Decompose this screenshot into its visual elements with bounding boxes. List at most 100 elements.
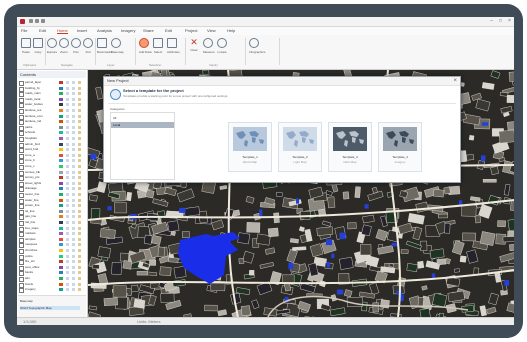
- layer-option-icon[interactable]: [78, 148, 81, 152]
- parcel-feature[interactable]: [479, 305, 487, 317]
- parcel-feature[interactable]: [502, 236, 514, 243]
- layer-item[interactable]: street_lights: [19, 181, 85, 187]
- layer-option-icon[interactable]: [72, 159, 75, 163]
- layer-option-icon[interactable]: [66, 165, 69, 168]
- parcel-feature[interactable]: [167, 220, 180, 233]
- layer-option-icon[interactable]: [78, 198, 81, 202]
- layer-option-icon[interactable]: [66, 243, 69, 247]
- parcel-feature[interactable]: [490, 166, 500, 176]
- layer-option-icon[interactable]: [78, 86, 81, 90]
- parcel-feature[interactable]: [470, 196, 481, 202]
- layer-item[interactable]: power_line: [19, 203, 85, 210]
- parcel-feature[interactable]: [354, 186, 361, 198]
- copy-button[interactable]: Copy: [33, 38, 43, 54]
- close-window-icon[interactable]: ×: [506, 18, 513, 24]
- minimize-icon[interactable]: –: [488, 18, 495, 24]
- tab-view[interactable]: View: [207, 28, 216, 33]
- layer-option-icon[interactable]: [66, 288, 69, 292]
- parcel-feature[interactable]: [437, 213, 448, 219]
- highlighted-feature[interactable]: [325, 239, 333, 246]
- parcel-feature[interactable]: [421, 285, 428, 291]
- parcel-feature[interactable]: [217, 309, 228, 317]
- parcel-feature[interactable]: [400, 249, 409, 254]
- layer-option-icon[interactable]: [78, 249, 81, 252]
- layer-option-icon[interactable]: [72, 221, 75, 224]
- layer-option-icon[interactable]: [72, 288, 75, 292]
- layer-option-icon[interactable]: [66, 277, 69, 280]
- layer-item[interactable]: imagery: [19, 287, 85, 294]
- parcel-feature[interactable]: [429, 248, 445, 259]
- template-card[interactable]: Template_3 Dark Map: [328, 122, 372, 172]
- scale-readout[interactable]: 1:5,000: [23, 319, 36, 324]
- layer-item[interactable]: landuse_res: [19, 108, 85, 114]
- layer-option-icon[interactable]: [66, 260, 69, 264]
- layer-option-icon[interactable]: [78, 288, 81, 292]
- layer-option-icon[interactable]: [72, 277, 75, 280]
- layer-item[interactable]: landuse_com: [19, 114, 85, 120]
- highlighted-feature[interactable]: [90, 153, 97, 160]
- highlighted-feature[interactable]: [331, 253, 335, 259]
- parcel-feature[interactable]: [143, 234, 153, 245]
- parcel-feature[interactable]: [462, 232, 477, 242]
- layer-item[interactable]: roads_main: [19, 91, 85, 98]
- layer-option-icon[interactable]: [66, 125, 69, 129]
- layer-option-icon[interactable]: [66, 265, 69, 269]
- tab-edit[interactable]: Edit: [165, 28, 172, 33]
- layer-option-icon[interactable]: [66, 120, 69, 124]
- layer-option-icon[interactable]: [66, 97, 69, 101]
- layer-option-icon[interactable]: [72, 103, 75, 107]
- parcel-feature[interactable]: [444, 222, 451, 234]
- parcel-feature[interactable]: [361, 224, 372, 237]
- layer-item[interactable]: survey_pts: [19, 175, 85, 182]
- parcel-feature[interactable]: [417, 260, 425, 269]
- layer-option-icon[interactable]: [66, 148, 69, 152]
- parcel-feature[interactable]: [397, 222, 413, 235]
- highlighted-feature[interactable]: [481, 122, 489, 126]
- parcel-feature[interactable]: [96, 181, 107, 193]
- parcel-feature[interactable]: [245, 195, 255, 204]
- parcel-feature[interactable]: [88, 305, 98, 311]
- select-button[interactable]: Select: [153, 38, 163, 54]
- layer-item[interactable]: markets: [19, 231, 85, 238]
- layer-option-icon[interactable]: [72, 265, 75, 269]
- parcel-feature[interactable]: [136, 271, 148, 276]
- parcel-feature[interactable]: [407, 212, 425, 225]
- layer-option-icon[interactable]: [72, 181, 75, 185]
- parcel-feature[interactable]: [479, 231, 496, 246]
- layer-item[interactable]: bus_stops: [19, 226, 85, 232]
- layer-item[interactable]: landuse_ind: [19, 119, 85, 126]
- layer-option-icon[interactable]: [66, 86, 69, 90]
- parcel-feature[interactable]: [88, 194, 98, 202]
- layer-option-icon[interactable]: [66, 226, 69, 230]
- layer-item[interactable]: water_line: [19, 198, 85, 204]
- highlighted-feature[interactable]: [481, 155, 486, 162]
- template-card[interactable]: Template_1 World Map: [228, 122, 272, 172]
- layer-option-icon[interactable]: [72, 254, 75, 258]
- layer-option-icon[interactable]: [72, 86, 75, 90]
- layer-option-icon[interactable]: [78, 277, 81, 280]
- layer-option-icon[interactable]: [72, 232, 75, 236]
- parcel-feature[interactable]: [375, 228, 388, 242]
- highlighted-feature[interactable]: [259, 209, 263, 217]
- layer-option-icon[interactable]: [66, 92, 69, 96]
- parcel-feature[interactable]: [419, 308, 431, 317]
- layer-item[interactable]: mosques: [19, 242, 85, 249]
- parcel-feature[interactable]: [468, 135, 475, 141]
- layer-option-icon[interactable]: [66, 187, 69, 191]
- parcel-feature[interactable]: [204, 304, 218, 312]
- full-button[interactable]: Full: [83, 38, 93, 54]
- layer-option-icon[interactable]: [78, 254, 81, 258]
- layer-item[interactable]: parcel_layer: [19, 80, 85, 86]
- parcel-feature[interactable]: [405, 240, 422, 250]
- parcel-feature[interactable]: [240, 305, 251, 316]
- paste-button[interactable]: Paste: [21, 38, 31, 54]
- layer-option-icon[interactable]: [78, 92, 81, 96]
- explore-button[interactable]: Explore: [47, 38, 57, 54]
- parcel-feature[interactable]: [276, 192, 283, 197]
- layer-option-icon[interactable]: [66, 181, 69, 185]
- layer-option-icon[interactable]: [66, 221, 69, 224]
- tab-edit[interactable]: Edit: [39, 28, 46, 33]
- layer-option-icon[interactable]: [66, 193, 69, 196]
- layer-option-icon[interactable]: [78, 243, 81, 247]
- layer-item[interactable]: police: [19, 254, 85, 260]
